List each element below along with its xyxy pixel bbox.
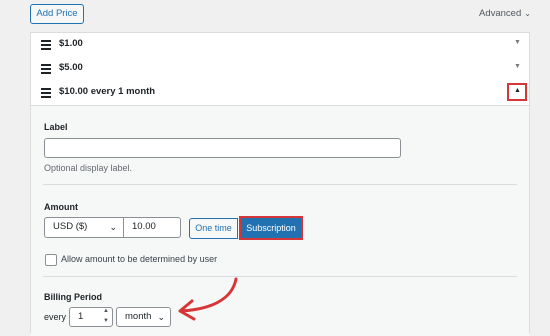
- currency-value: USD ($): [53, 221, 88, 232]
- divider: [43, 276, 517, 277]
- label-field-title: Label: [44, 122, 68, 132]
- price-row-title: $10.00 every 1 month: [59, 86, 156, 97]
- price-list-panel: $1.00 ▼ $5.00 ▼ $10.00 every 1 month ▲ L…: [30, 32, 530, 336]
- expand-icon[interactable]: ▼: [514, 63, 521, 70]
- chevron-down-icon: ⌄: [524, 9, 531, 18]
- expand-icon[interactable]: ▼: [514, 39, 521, 46]
- label-help-text: Optional display label.: [44, 163, 133, 173]
- every-label: every: [44, 312, 67, 322]
- price-row[interactable]: $5.00 ▼: [31, 57, 529, 82]
- price-row[interactable]: $1.00 ▼: [31, 33, 529, 58]
- label-input[interactable]: [44, 138, 401, 158]
- toolbar: Add Price Advanced ⌄: [0, 0, 550, 30]
- price-settings-body: Label Optional display label. Amount USD…: [31, 106, 529, 336]
- interval-stepper[interactable]: 1 ▲ ▼: [69, 307, 113, 327]
- interval-value: 1: [78, 311, 84, 322]
- drag-handle-icon[interactable]: [41, 64, 51, 76]
- currency-select[interactable]: USD ($) ⌄: [44, 217, 124, 238]
- collapse-icon[interactable]: ▲: [514, 87, 521, 94]
- drag-handle-icon[interactable]: [41, 40, 51, 52]
- advanced-toggle[interactable]: Advanced ⌄: [479, 8, 531, 19]
- subscription-button[interactable]: Subscription: [239, 216, 303, 240]
- drag-handle-icon[interactable]: [41, 88, 51, 100]
- annotation-arrow-icon: [178, 277, 238, 321]
- billing-period-title: Billing Period: [44, 292, 103, 302]
- allow-custom-amount-checkbox[interactable]: [45, 254, 57, 266]
- amount-input[interactable]: 10.00: [123, 217, 181, 238]
- divider: [43, 184, 517, 185]
- price-row-title: $5.00: [59, 62, 83, 73]
- price-row-title: $1.00: [59, 38, 83, 49]
- add-price-button[interactable]: Add Price: [30, 4, 84, 24]
- advanced-label: Advanced: [479, 8, 522, 19]
- price-row-open[interactable]: $10.00 every 1 month ▲: [31, 81, 529, 106]
- stepper-icon[interactable]: ▲ ▼: [103, 306, 109, 326]
- chevron-down-icon: ⌄: [109, 222, 117, 232]
- one-time-button[interactable]: One time: [189, 218, 238, 239]
- amount-field-title: Amount: [44, 202, 78, 212]
